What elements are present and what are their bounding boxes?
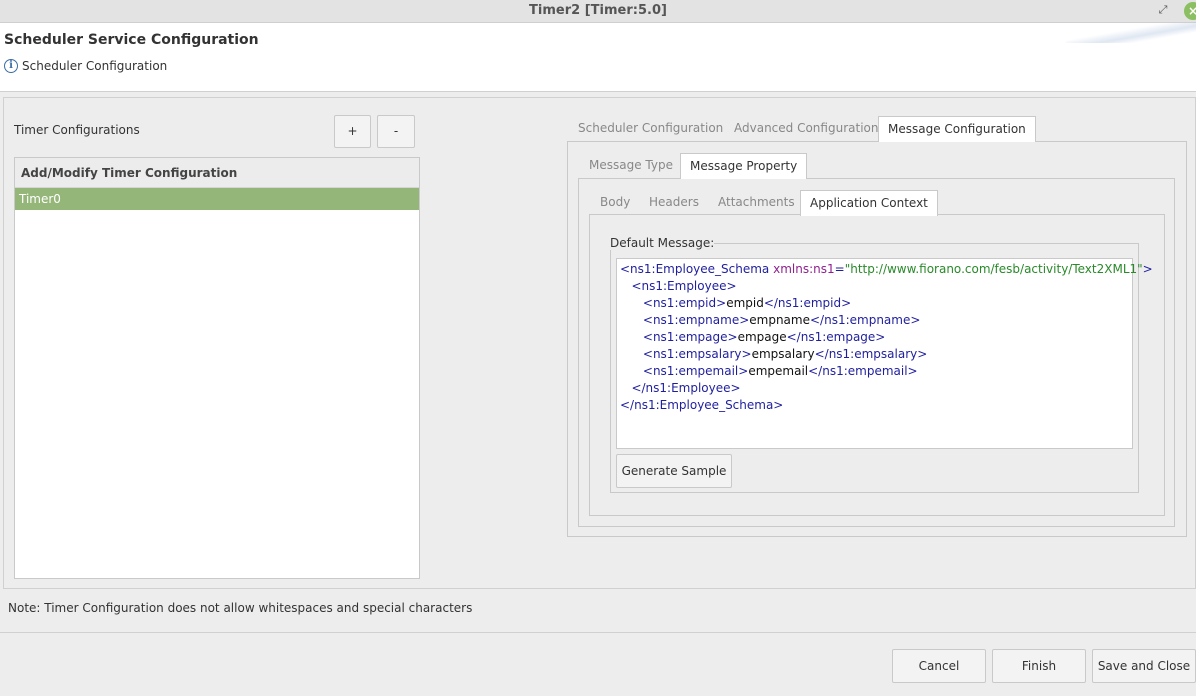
xml-field-open: <ns1:empage> [642, 330, 738, 344]
cancel-button[interactable]: Cancel [892, 649, 986, 683]
xml-field-open: <ns1:empname> [642, 313, 750, 327]
xml-field-open: <ns1:empsalary> [642, 347, 752, 361]
finish-button[interactable]: Finish [992, 649, 1086, 683]
tab-application-context[interactable]: Application Context [800, 190, 938, 216]
save-and-close-button[interactable]: Save and Close [1092, 649, 1196, 683]
xml-field-value: empemail [748, 364, 809, 378]
tab-message-configuration[interactable]: Message Configuration [878, 116, 1036, 142]
restore-icon[interactable]: ⤢ [1156, 3, 1170, 17]
dialog-header: Scheduler Service Configuration i Schedu… [0, 23, 1196, 92]
xml-field-value: empsalary [751, 347, 815, 361]
add-timer-button[interactable]: + [334, 115, 371, 148]
default-message-label: Default Message: [610, 236, 715, 250]
xml-employee-close: </ns1:Employee> [631, 381, 741, 395]
xml-attr-name: xmlns:ns1 [773, 262, 835, 276]
xml-employee-open: <ns1:Employee> [631, 279, 737, 293]
tab-message-property[interactable]: Message Property [680, 153, 808, 179]
timer-list: Add/Modify Timer Configuration Timer0 [14, 157, 420, 579]
xml-field-close: </ns1:empemail> [808, 364, 918, 378]
divider [0, 632, 1196, 633]
note-text: Note: Timer Configuration does not allow… [8, 601, 473, 615]
tab-message-type[interactable]: Message Type [589, 158, 673, 172]
tab-scheduler-configuration[interactable]: Scheduler Configuration [578, 121, 723, 135]
page-title: Scheduler Service Configuration [4, 32, 259, 48]
xml-field-open: <ns1:empemail> [642, 364, 749, 378]
generate-sample-button[interactable]: Generate Sample [616, 454, 732, 488]
tab-headers[interactable]: Headers [649, 195, 699, 209]
timer-configurations-label: Timer Configurations [14, 123, 140, 137]
xml-attr-value: "http://www.fiorano.com/fesb/activity/Te… [844, 262, 1143, 276]
xml-field-close: </ns1:empsalary> [814, 347, 928, 361]
close-icon[interactable]: × [1184, 2, 1196, 20]
list-item[interactable]: Timer0 [15, 188, 419, 210]
window-title: Timer2 [Timer:5.0] [529, 3, 667, 18]
xml-field-value: empage [737, 330, 787, 344]
xml-root-close: </ns1:Employee_Schema> [620, 398, 784, 412]
header-banner [1066, 23, 1196, 43]
default-message-editor[interactable]: <ns1:Employee_Schema xmlns:ns1="http://w… [616, 258, 1153, 449]
xml-root-open-end: > [1142, 262, 1153, 276]
xml-field-open: <ns1:empid> [642, 296, 727, 310]
remove-timer-button[interactable]: - [377, 115, 415, 148]
page-subtitle: Scheduler Configuration [22, 59, 168, 73]
info-icon: i [4, 59, 18, 73]
title-bar: Timer2 [Timer:5.0] ⤢ × [0, 0, 1196, 23]
xml-field-value: empid [726, 296, 764, 310]
list-header: Add/Modify Timer Configuration [15, 158, 419, 188]
xml-field-close: </ns1:empage> [786, 330, 886, 344]
xml-field-close: </ns1:empid> [763, 296, 852, 310]
xml-field-close: </ns1:empname> [810, 313, 921, 327]
xml-field-value: empname [749, 313, 810, 327]
tab-attachments[interactable]: Attachments [718, 195, 795, 209]
xml-root-open: <ns1:Employee_Schema [620, 262, 770, 276]
tab-body[interactable]: Body [600, 195, 630, 209]
tab-advanced-configuration[interactable]: Advanced Configuration [734, 121, 878, 135]
